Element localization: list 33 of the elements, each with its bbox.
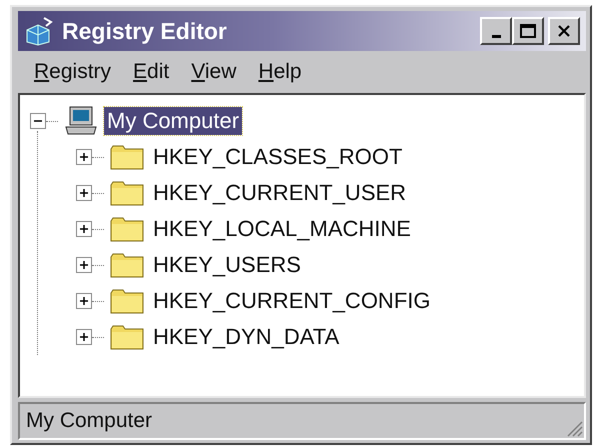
maximize-button[interactable] <box>512 17 544 45</box>
tree-item[interactable]: HKEY_CLASSES_ROOT <box>150 143 406 171</box>
tree-item[interactable]: HKEY_LOCAL_MACHINE <box>150 215 414 243</box>
tree-item[interactable]: HKEY_USERS <box>150 251 304 279</box>
folder-icon <box>110 216 144 242</box>
maximize-icon <box>520 24 536 38</box>
expand-icon[interactable] <box>76 221 92 237</box>
expand-icon[interactable] <box>76 329 92 345</box>
status-text: My Computer <box>26 409 152 433</box>
minimize-button[interactable] <box>480 17 512 45</box>
folder-icon <box>110 288 144 314</box>
expand-icon[interactable] <box>76 149 92 165</box>
tree-item[interactable]: HKEY_DYN_DATA <box>150 323 342 351</box>
close-icon <box>557 24 571 38</box>
minimize-icon <box>492 34 500 38</box>
menu-item[interactable]: Registry <box>30 60 116 84</box>
folder-icon <box>110 180 144 206</box>
expand-icon[interactable] <box>76 257 92 273</box>
computer-icon <box>64 106 98 136</box>
tree-item[interactable]: HKEY_CURRENT_USER <box>150 179 410 207</box>
folder-icon <box>110 324 144 350</box>
tree-item[interactable]: My Computer <box>104 107 242 135</box>
expand-icon[interactable] <box>76 185 92 201</box>
close-button[interactable] <box>548 17 580 45</box>
menu-item[interactable]: View <box>187 60 240 84</box>
window-title: Registry Editor <box>62 18 228 44</box>
folder-icon <box>110 144 144 170</box>
menu-item[interactable]: Edit <box>129 60 174 84</box>
tree-item[interactable]: HKEY_CURRENT_CONFIG <box>150 287 434 315</box>
folder-icon <box>110 252 144 278</box>
expand-icon[interactable] <box>76 293 92 309</box>
collapse-icon[interactable] <box>30 113 46 129</box>
menu-item[interactable]: Help <box>254 60 306 84</box>
